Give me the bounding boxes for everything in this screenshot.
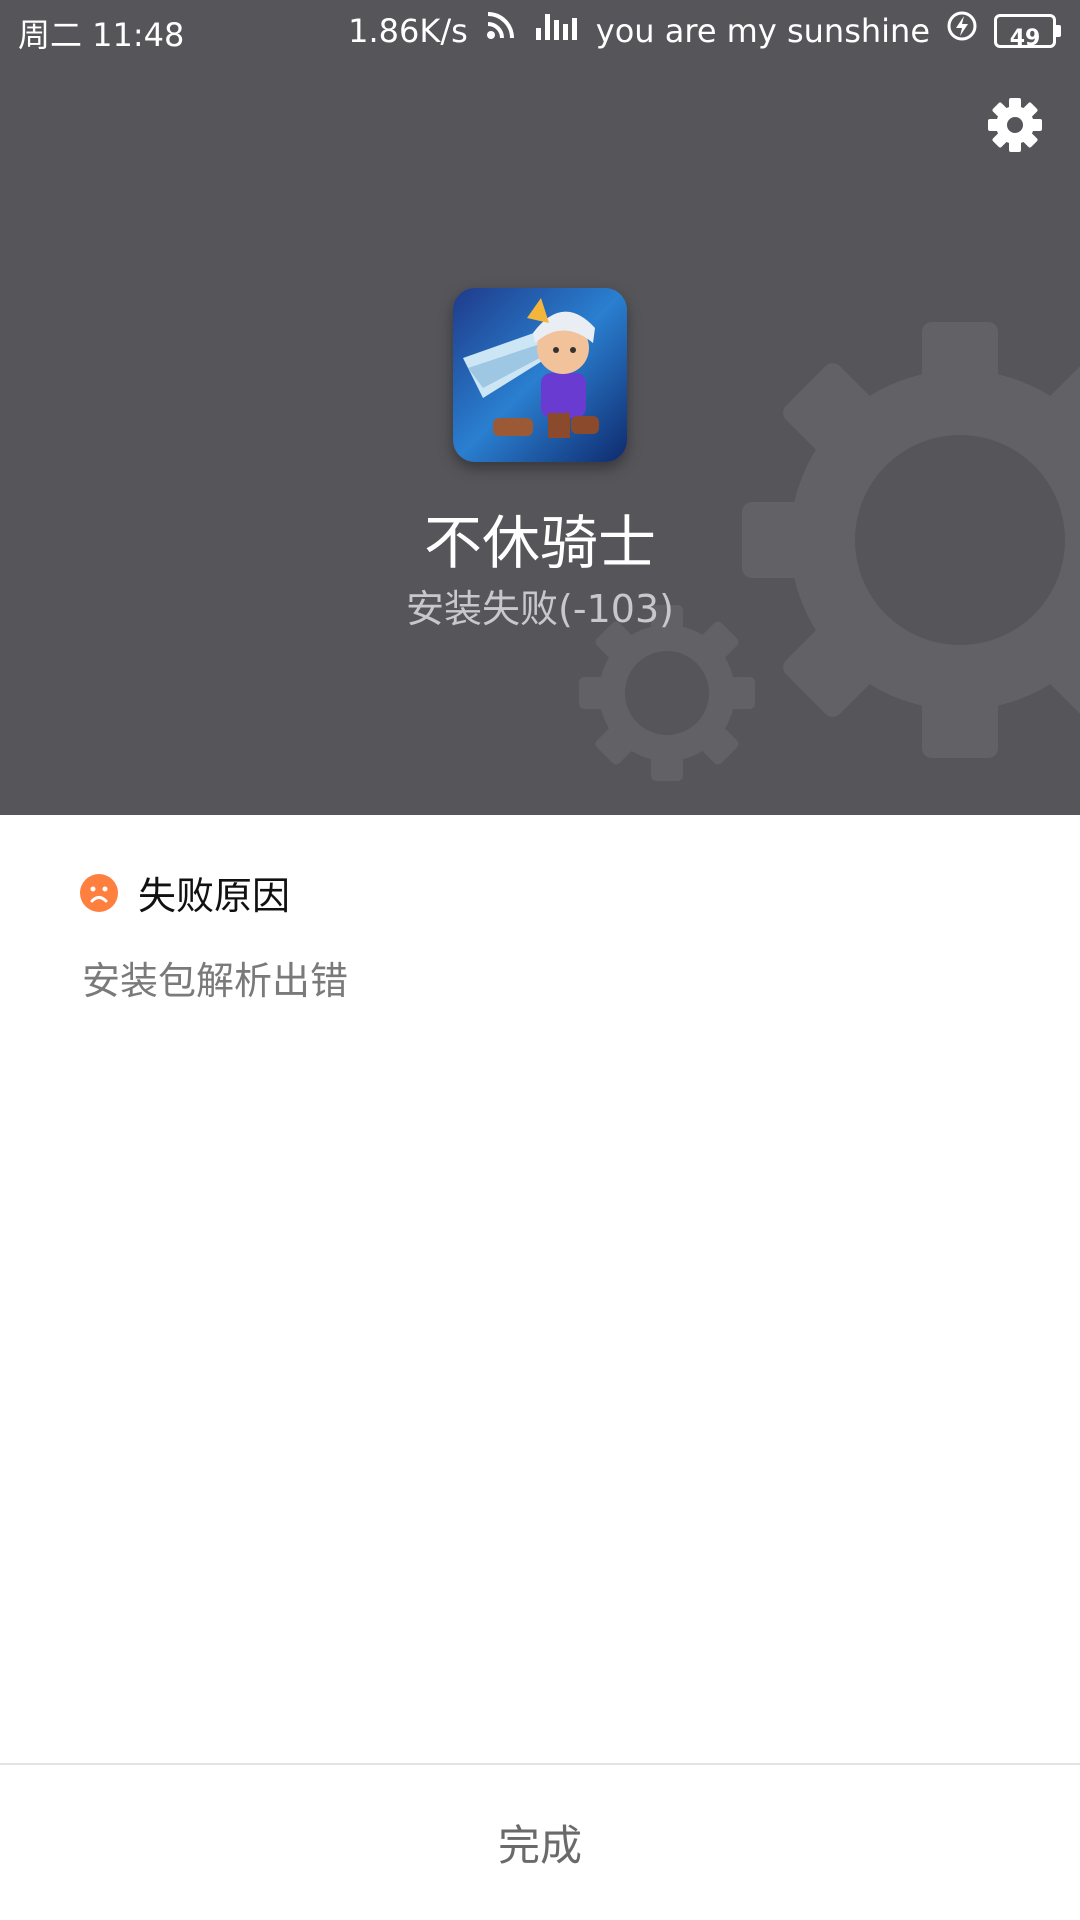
status-bar: 周二 11:48 1.86K/s you are my sunshine 49	[0, 0, 1080, 62]
battery-indicator: 49	[994, 13, 1061, 51]
app-icon	[453, 288, 627, 462]
settings-gear-icon[interactable]	[986, 96, 1044, 154]
signal-icon	[534, 8, 580, 53]
failure-reason-text: 安装包解析出错	[82, 959, 349, 1003]
bottom-bar: 完成	[0, 1763, 1080, 1920]
done-button[interactable]: 完成	[0, 1765, 1080, 1920]
sad-face-icon	[80, 873, 118, 912]
charging-icon	[946, 9, 978, 53]
carrier-name: you are my sunshine	[595, 11, 930, 50]
failure-reason-title: 失败原因	[138, 874, 291, 918]
status-time: 周二 11:48	[18, 16, 185, 54]
header-panel: 周二 11:48 1.86K/s you are my sunshine 49 …	[0, 0, 1080, 815]
install-status: 安装失败(-103)	[406, 587, 674, 631]
failure-reason-header: 失败原因	[80, 865, 290, 920]
network-speed: 1.86K/s	[348, 11, 468, 50]
wifi-icon	[484, 8, 518, 53]
app-name: 不休骑士	[423, 509, 656, 577]
